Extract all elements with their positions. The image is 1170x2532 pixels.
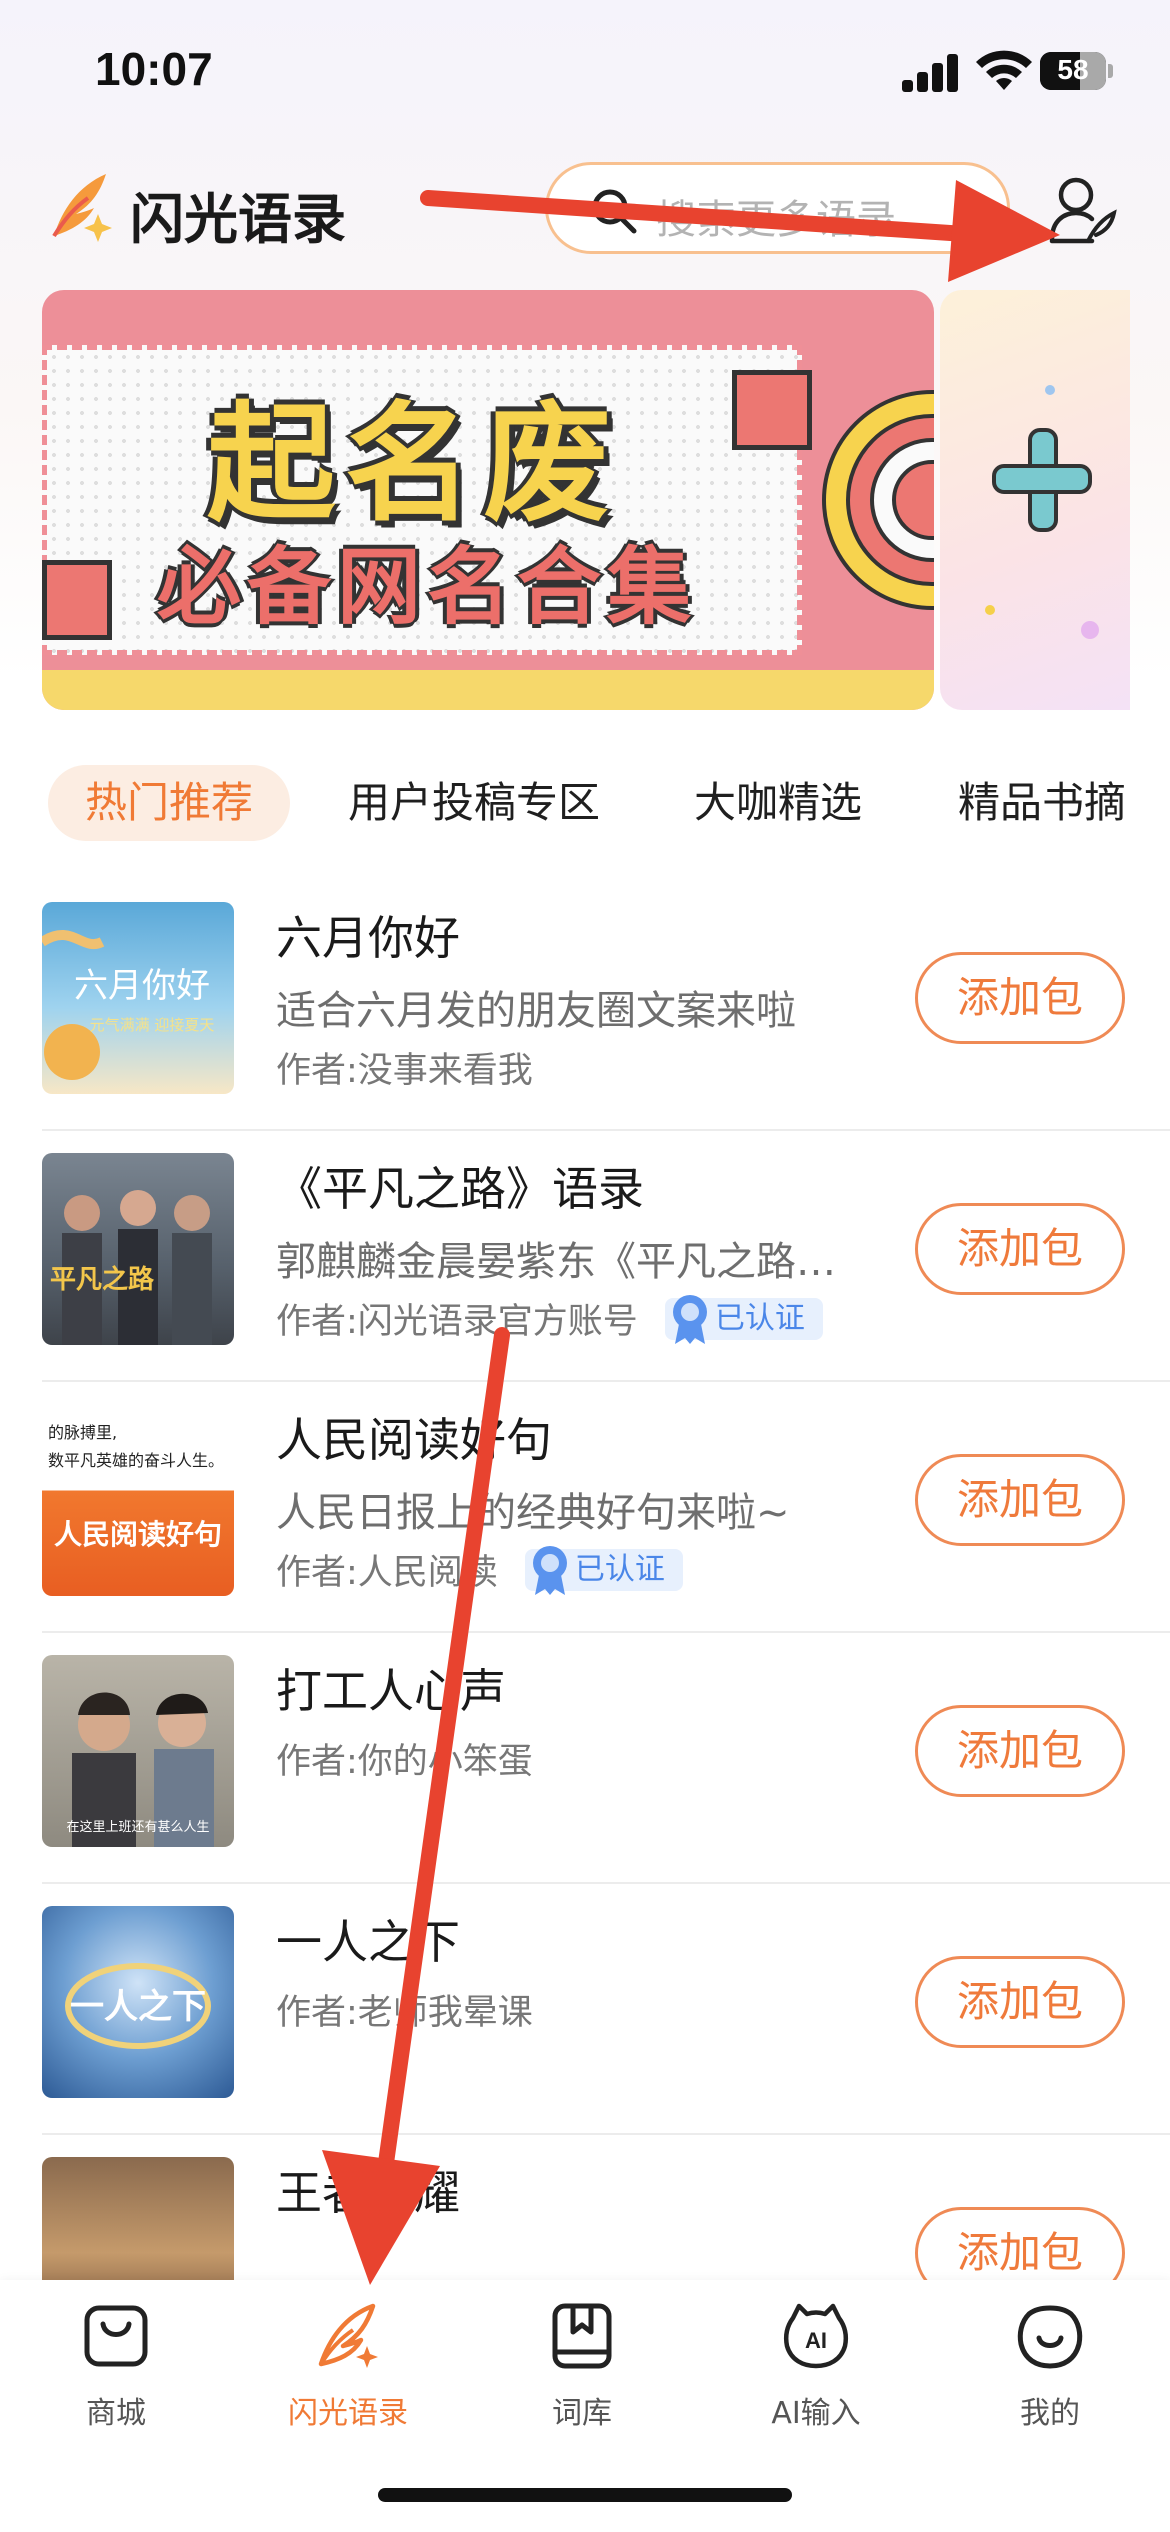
list-item[interactable]: 平凡之路 《平凡之路》语录 郭麒麟金晨晏紫东《平凡之路》语录 作者:闪光语录官方… bbox=[0, 1131, 1170, 1382]
banner-target-graphic bbox=[822, 390, 934, 610]
pack-author: 作者:没事来看我 bbox=[276, 1051, 533, 1091]
cellular-signal-icon bbox=[902, 52, 962, 92]
status-time: 10:07 bbox=[95, 43, 213, 95]
list-item[interactable]: 在这里上班还有甚么人生 打工人心声 作者:你的小笨蛋 添加包 bbox=[0, 1633, 1170, 1884]
verified-ribbon-icon bbox=[532, 1545, 567, 1595]
banner-subtitle: 必备网名合集 bbox=[157, 538, 698, 636]
banner-decoration bbox=[42, 560, 112, 640]
verified-label: 已认证 bbox=[714, 1300, 805, 1336]
thumb-caption: 人民阅读好句 bbox=[54, 1518, 222, 1551]
pack-author-row: 作者:没事来看我 bbox=[276, 1042, 533, 1092]
pack-title: 《平凡之路》语录 bbox=[276, 1162, 644, 1216]
pack-title: 一人之下 bbox=[276, 1915, 460, 1969]
verified-label: 已认证 bbox=[574, 1551, 665, 1587]
list-item[interactable]: 的脉搏里, 数平凡英雄的奋斗人生。 人民阅读好句 人民阅读好句 人民日报上的经典… bbox=[0, 1382, 1170, 1633]
add-pack-button[interactable]: 添加包 bbox=[915, 1454, 1125, 1546]
pack-thumbnail: 平凡之路 bbox=[42, 1153, 234, 1345]
pack-author-row: 作者:你的小笨蛋 bbox=[276, 1733, 533, 1783]
nav-tab-lexicon[interactable]: 词库 bbox=[492, 2300, 672, 2440]
add-pack-button[interactable]: 添加包 bbox=[915, 1956, 1125, 2048]
thumb-subcaption: 的脉搏里, bbox=[48, 1423, 117, 1442]
tab-user-submissions[interactable]: 用户投稿专区 bbox=[348, 765, 600, 841]
quill-sparkle-icon bbox=[318, 2303, 378, 2368]
pack-description: 郭麒麟金晨晏紫东《平凡之路》语录 bbox=[276, 1239, 866, 1285]
add-pack-button[interactable]: 添加包 bbox=[915, 952, 1125, 1044]
thumb-subcaption: 元气满满 迎接夏天 bbox=[90, 1016, 215, 1034]
pack-author-row: 作者:老师我晕课 bbox=[276, 1984, 533, 2034]
nav-label: 词库 bbox=[552, 2396, 612, 2431]
nav-label: 商城 bbox=[86, 2396, 146, 2431]
nav-label: 我的 bbox=[1020, 2396, 1080, 2431]
pack-title: 人民阅读好句 bbox=[276, 1413, 552, 1467]
banner-carousel-item[interactable]: 起名废 必备网名合集 bbox=[42, 290, 934, 710]
quill-logo-icon bbox=[52, 174, 112, 242]
home-indicator bbox=[378, 2488, 792, 2502]
search-input[interactable]: 搜索更多语录 bbox=[545, 162, 1010, 254]
nav-tab-shop[interactable]: 商城 bbox=[26, 2300, 206, 2440]
pack-description: 适合六月发的朋友圈文案来啦 bbox=[276, 988, 796, 1034]
banner-decoration bbox=[732, 370, 812, 450]
status-bar: 10:07 58 bbox=[0, 0, 1170, 150]
add-pack-button[interactable]: 添加包 bbox=[915, 1203, 1125, 1295]
user-profile-icon[interactable] bbox=[1048, 175, 1118, 245]
pack-thumbnail: 六月你好 元气满满 迎接夏天 bbox=[42, 902, 234, 1094]
banner-stripe bbox=[42, 670, 934, 710]
add-pack-button[interactable]: 添加包 bbox=[915, 1705, 1125, 1797]
tab-book-excerpts[interactable]: 精品书摘 bbox=[958, 765, 1126, 841]
thumb-caption: 六月你好 bbox=[74, 966, 210, 1006]
plus-decoration-icon bbox=[985, 385, 1099, 639]
battery-icon: 58 bbox=[1040, 52, 1113, 90]
pack-title: 打工人心声 bbox=[276, 1664, 506, 1718]
nav-label: AI输入 bbox=[771, 2396, 861, 2431]
shop-bag-icon bbox=[84, 2305, 148, 2367]
search-placeholder: 搜索更多语录 bbox=[656, 197, 896, 243]
nav-tab-quotes[interactable]: 闪光语录 bbox=[258, 2300, 438, 2440]
svg-text:AI: AI bbox=[805, 2328, 827, 2353]
app-title: 闪光语录 bbox=[130, 188, 346, 251]
pack-author-row: 作者:人民阅读 已认证 bbox=[276, 1544, 683, 1595]
verified-ribbon-icon bbox=[672, 1294, 707, 1344]
tab-celebrity-picks[interactable]: 大咖精选 bbox=[694, 765, 862, 841]
tab-hot[interactable]: 热门推荐 bbox=[48, 765, 291, 841]
verified-badge: 已认证 bbox=[524, 1545, 683, 1595]
pack-description: 人民日报上的经典好句来啦~ bbox=[276, 1490, 790, 1536]
thumb-subcaption: 数平凡英雄的奋斗人生。 bbox=[48, 1451, 224, 1470]
pack-thumbnail: 在这里上班还有甚么人生 bbox=[42, 1655, 234, 1847]
thumb-caption: 平凡之路 bbox=[50, 1264, 155, 1295]
app-header: 闪光语录 搜索更多语录 bbox=[0, 150, 1170, 270]
wifi-icon bbox=[976, 50, 1032, 90]
nav-tab-ai-input[interactable]: AI AI输入 bbox=[726, 2300, 906, 2440]
pack-title: 六月你好 bbox=[276, 911, 460, 965]
search-icon bbox=[592, 189, 637, 234]
category-tabs: 热门推荐 用户投稿专区 大咖精选 精品书摘 bbox=[0, 765, 1170, 850]
thumb-subcaption: 在这里上班还有甚么人生 bbox=[66, 1819, 209, 1835]
nav-label: 闪光语录 bbox=[288, 2396, 408, 2431]
pack-thumbnail: 的脉搏里, 数平凡英雄的奋斗人生。 人民阅读好句 bbox=[42, 1404, 234, 1596]
ai-face-icon: AI bbox=[784, 2303, 848, 2369]
list-item[interactable]: 一人之下 一人之下 作者:老师我晕课 添加包 bbox=[0, 1884, 1170, 2135]
banner-next-preview[interactable] bbox=[940, 290, 1130, 710]
nav-tab-me[interactable]: 我的 bbox=[960, 2300, 1140, 2440]
verified-badge: 已认证 bbox=[664, 1294, 823, 1344]
battery-level: 58 bbox=[1057, 54, 1089, 85]
bookmark-book-icon bbox=[552, 2303, 612, 2369]
pack-author: 作者:你的小笨蛋 bbox=[276, 1742, 533, 1782]
list-item[interactable]: 六月你好 元气满满 迎接夏天 六月你好 适合六月发的朋友圈文案来啦 作者:没事来… bbox=[0, 880, 1170, 1131]
pack-author: 作者:老师我晕课 bbox=[276, 1993, 533, 2033]
pack-thumbnail: 一人之下 bbox=[42, 1906, 234, 2098]
pack-author-row: 作者:闪光语录官方账号 已认证 bbox=[276, 1293, 823, 1344]
banner-title: 起名废 bbox=[207, 390, 622, 539]
smile-face-icon bbox=[1017, 2305, 1083, 2369]
thumb-caption: 一人之下 bbox=[70, 1987, 206, 2027]
pack-author: 作者:人民阅读 bbox=[276, 1553, 498, 1593]
pack-author: 作者:闪光语录官方账号 bbox=[276, 1302, 638, 1342]
pack-title: 王者荣耀 bbox=[276, 2166, 460, 2220]
